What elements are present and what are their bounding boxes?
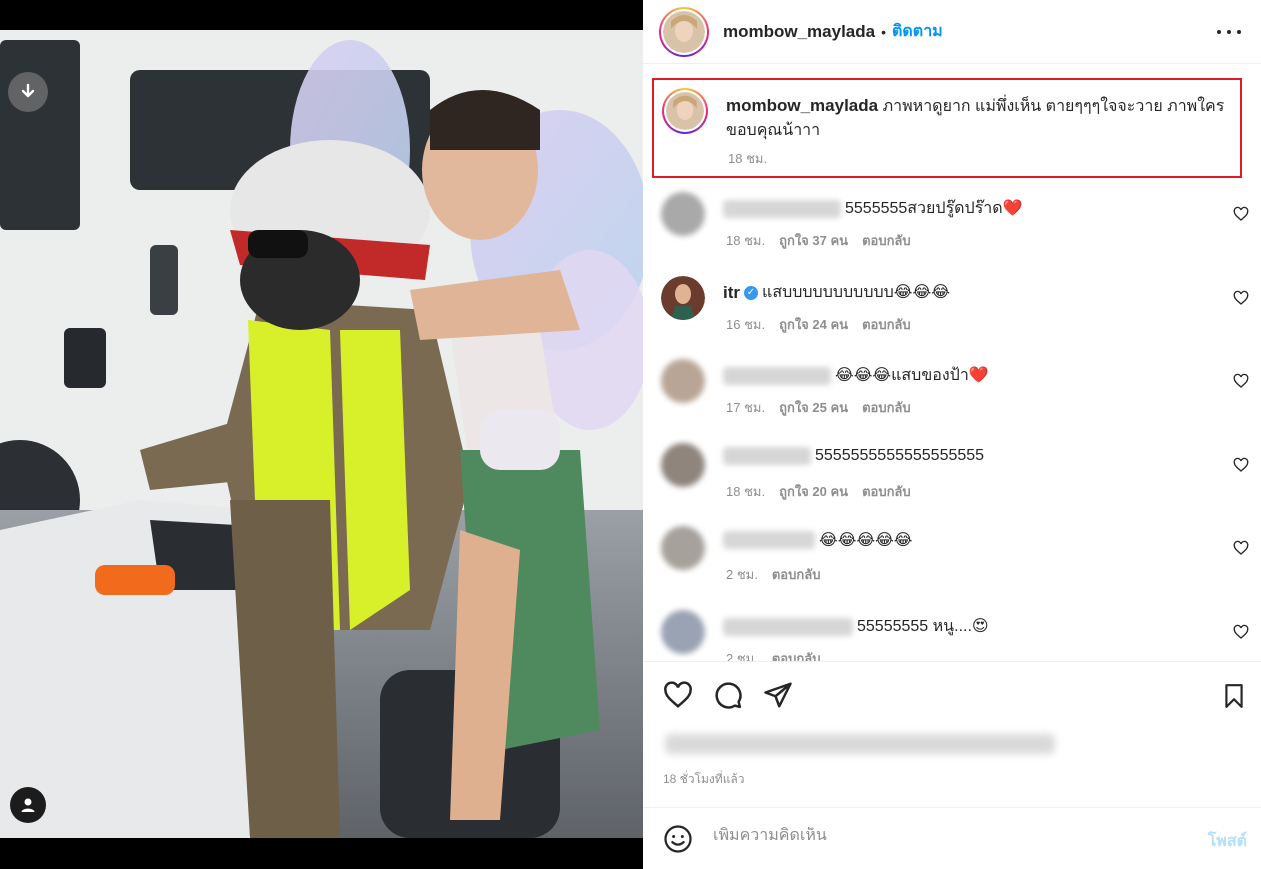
action-bar: 18 ชั่วโมงที่แล้ว: [643, 661, 1261, 807]
comment-likes[interactable]: ถูกใจ 24 คน: [779, 314, 848, 335]
comment-avatar[interactable]: [661, 359, 705, 403]
comment-item: itr ✓ แสบบบบบบบบบบบ😂😂😂 16 ชม. ถูกใจ 24 ค…: [643, 276, 1261, 356]
like-comment-icon[interactable]: [1233, 624, 1249, 640]
post-panel: mombow_maylada • ติดตาม mombow_maylada ภ…: [643, 0, 1261, 869]
likes-summary-blurred[interactable]: [665, 734, 1055, 754]
comment-likes[interactable]: ถูกใจ 25 คน: [779, 397, 848, 418]
caption-highlight: mombow_maylada ภาพหาดูยาก แม่พึ่งเห็น ตา…: [652, 78, 1242, 178]
verified-badge-icon: ✓: [744, 285, 758, 300]
follow-button[interactable]: ติดตาม: [892, 19, 943, 44]
comment-line: 😂😂😂แสบของป้า❤️: [723, 363, 989, 388]
comment-time: 17 ชม.: [726, 400, 766, 415]
download-icon: [21, 83, 35, 98]
action-icons: [663, 680, 793, 710]
like-comment-icon[interactable]: [1233, 206, 1249, 222]
comment-author-blurred[interactable]: [723, 366, 831, 385]
post-photo[interactable]: [0, 30, 643, 838]
tagged-users-button[interactable]: [10, 787, 46, 823]
comment-composer: โพสต์: [643, 807, 1261, 869]
comment-time: 2 ชม.: [726, 651, 758, 661]
reply-button[interactable]: ตอบกลับ: [862, 397, 911, 418]
author-avatar: [663, 10, 705, 53]
bookmark-icon[interactable]: [1221, 682, 1247, 710]
caption-time: 18 ชม.: [728, 151, 768, 166]
comment-meta: 2 ชม. ตอบกลับ: [726, 564, 820, 585]
share-icon[interactable]: [763, 680, 793, 710]
comment-meta: 16 ชม. ถูกใจ 24 คน ตอบกลับ: [726, 314, 911, 335]
comment-text: 😂😂😂แสบของป้า❤️: [835, 367, 989, 384]
comment-avatar[interactable]: [661, 443, 705, 487]
reply-button[interactable]: ตอบกลับ: [862, 230, 911, 251]
comment-author-blurred[interactable]: [723, 199, 841, 218]
more-options-button[interactable]: [1217, 22, 1241, 42]
author-avatar-ring[interactable]: [659, 6, 709, 57]
comment-line: 55555555 หนู....😍: [723, 614, 989, 639]
comment-avatar[interactable]: [661, 192, 705, 236]
comment-text: 55555555 หนู....😍: [857, 618, 989, 635]
like-comment-icon[interactable]: [1233, 540, 1249, 556]
comment-likes[interactable]: ถูกใจ 20 คน: [779, 481, 848, 502]
heart-icon[interactable]: [663, 680, 693, 710]
emoji-icon[interactable]: [663, 824, 693, 854]
reply-button[interactable]: ตอบกลับ: [862, 481, 911, 502]
comment-text: แสบบบบบบบบบบบ😂😂😂: [762, 284, 950, 301]
comment-author[interactable]: itr: [723, 283, 740, 303]
comment-meta: 18 ชม. ถูกใจ 37 คน ตอบกลับ: [726, 230, 911, 251]
comments-list[interactable]: mombow_maylada ภาพหาดูยาก แม่พึ่งเห็น ตา…: [643, 64, 1261, 661]
like-comment-icon[interactable]: [1233, 373, 1249, 389]
comment-item: 55555555 หนู....😍 2 ชม. ตอบกลับ: [643, 610, 1261, 661]
comment-text: 5555555สวยปรู๊ดปร๊าด❤️: [845, 200, 1023, 217]
comment-text: 5555555555555555555: [815, 447, 985, 464]
more-icon-dot: [1227, 30, 1231, 34]
comment-meta: 2 ชม. ตอบกลับ: [726, 648, 820, 661]
caption-username[interactable]: mombow_maylada: [726, 96, 878, 115]
comment-time: 2 ชม.: [726, 567, 758, 582]
caption-text-block: mombow_maylada ภาพหาดูยาก แม่พึ่งเห็น ตา…: [726, 94, 1236, 143]
post-timestamp: 18 ชั่วโมงที่แล้ว: [663, 772, 745, 786]
download-button[interactable]: [8, 72, 48, 112]
comment-item: 5555555555555555555 18 ชม. ถูกใจ 20 คน ต…: [643, 443, 1261, 523]
comment-author-blurred[interactable]: [723, 447, 811, 465]
comment-icon[interactable]: [713, 680, 743, 710]
comment-input[interactable]: [713, 827, 1153, 845]
comment-line: 5555555สวยปรู๊ดปร๊าด❤️: [723, 196, 1023, 221]
user-tag-icon: [21, 798, 35, 812]
author-username[interactable]: mombow_maylada: [723, 22, 875, 42]
comment-line: 5555555555555555555: [723, 447, 984, 465]
photo-scene: [0, 30, 643, 838]
comment-meta: 17 ชม. ถูกใจ 25 คน ตอบกลับ: [726, 397, 911, 418]
like-comment-icon[interactable]: [1233, 457, 1249, 473]
post-header: mombow_maylada • ติดตาม: [643, 0, 1261, 64]
comment-time: 16 ชม.: [726, 317, 766, 332]
comment-line: 😂😂😂😂😂: [723, 530, 912, 550]
caption-avatar: [666, 92, 704, 130]
comment-author-blurred[interactable]: [723, 617, 853, 636]
reply-button[interactable]: ตอบกลับ: [772, 564, 821, 585]
comment-author-blurred[interactable]: [723, 531, 815, 549]
comment-item: 😂😂😂😂😂 2 ชม. ตอบกลับ: [643, 526, 1261, 606]
comment-time: 18 ชม.: [726, 484, 766, 499]
comment-likes[interactable]: ถูกใจ 37 คน: [779, 230, 848, 251]
separator-dot: •: [881, 23, 887, 40]
post-media: [0, 0, 643, 869]
reply-button[interactable]: ตอบกลับ: [862, 314, 911, 335]
comment-item: 😂😂😂แสบของป้า❤️ 17 ชม. ถูกใจ 25 คน ตอบกลั…: [643, 359, 1261, 439]
comment-time: 18 ชม.: [726, 233, 766, 248]
comment-line: itr ✓ แสบบบบบบบบบบบ😂😂😂: [723, 280, 950, 305]
comment-meta: 18 ชม. ถูกใจ 20 คน ตอบกลับ: [726, 481, 911, 502]
comment-text: 😂😂😂😂😂: [819, 532, 913, 549]
more-icon: [1217, 30, 1221, 34]
more-icon-dot: [1237, 30, 1241, 34]
comment-avatar[interactable]: [661, 276, 705, 320]
reply-button[interactable]: ตอบกลับ: [772, 648, 821, 661]
comment-avatar[interactable]: [661, 610, 705, 654]
comment-item: 5555555สวยปรู๊ดปร๊าด❤️ 18 ชม. ถูกใจ 37 ค…: [643, 192, 1261, 272]
post-comment-button[interactable]: โพสต์: [1208, 829, 1247, 854]
comment-avatar[interactable]: [661, 526, 705, 570]
like-comment-icon[interactable]: [1233, 290, 1249, 306]
caption-avatar-ring[interactable]: [662, 88, 708, 134]
